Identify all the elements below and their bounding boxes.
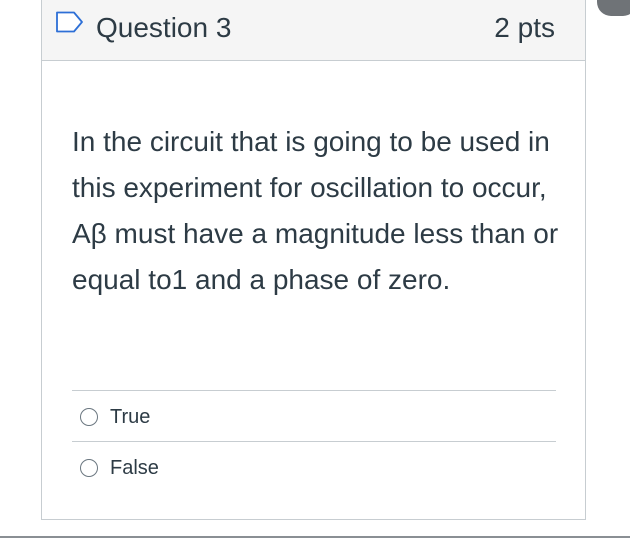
question-text: In the circuit that is going to be used … xyxy=(72,126,559,295)
answer-label: True xyxy=(110,406,151,428)
answer-option-true[interactable]: True xyxy=(72,395,556,443)
answer-label: False xyxy=(110,457,159,479)
question-points: 2 pts xyxy=(494,12,555,43)
question-card: Question 3 2 pts In the circuit that is … xyxy=(41,0,586,520)
quiz-page: Question 3 2 pts In the circuit that is … xyxy=(0,0,630,538)
radio-button[interactable] xyxy=(80,459,98,477)
question-header: Question 3 2 pts xyxy=(42,0,585,61)
radio-button[interactable] xyxy=(80,408,98,426)
answer-divider xyxy=(72,390,556,391)
answer-option-false[interactable]: False xyxy=(72,446,556,494)
answer-divider xyxy=(72,441,556,442)
scrollbar-thumb[interactable] xyxy=(597,0,630,16)
question-title: Question 3 xyxy=(96,12,232,43)
flag-outline-icon[interactable] xyxy=(55,11,85,33)
